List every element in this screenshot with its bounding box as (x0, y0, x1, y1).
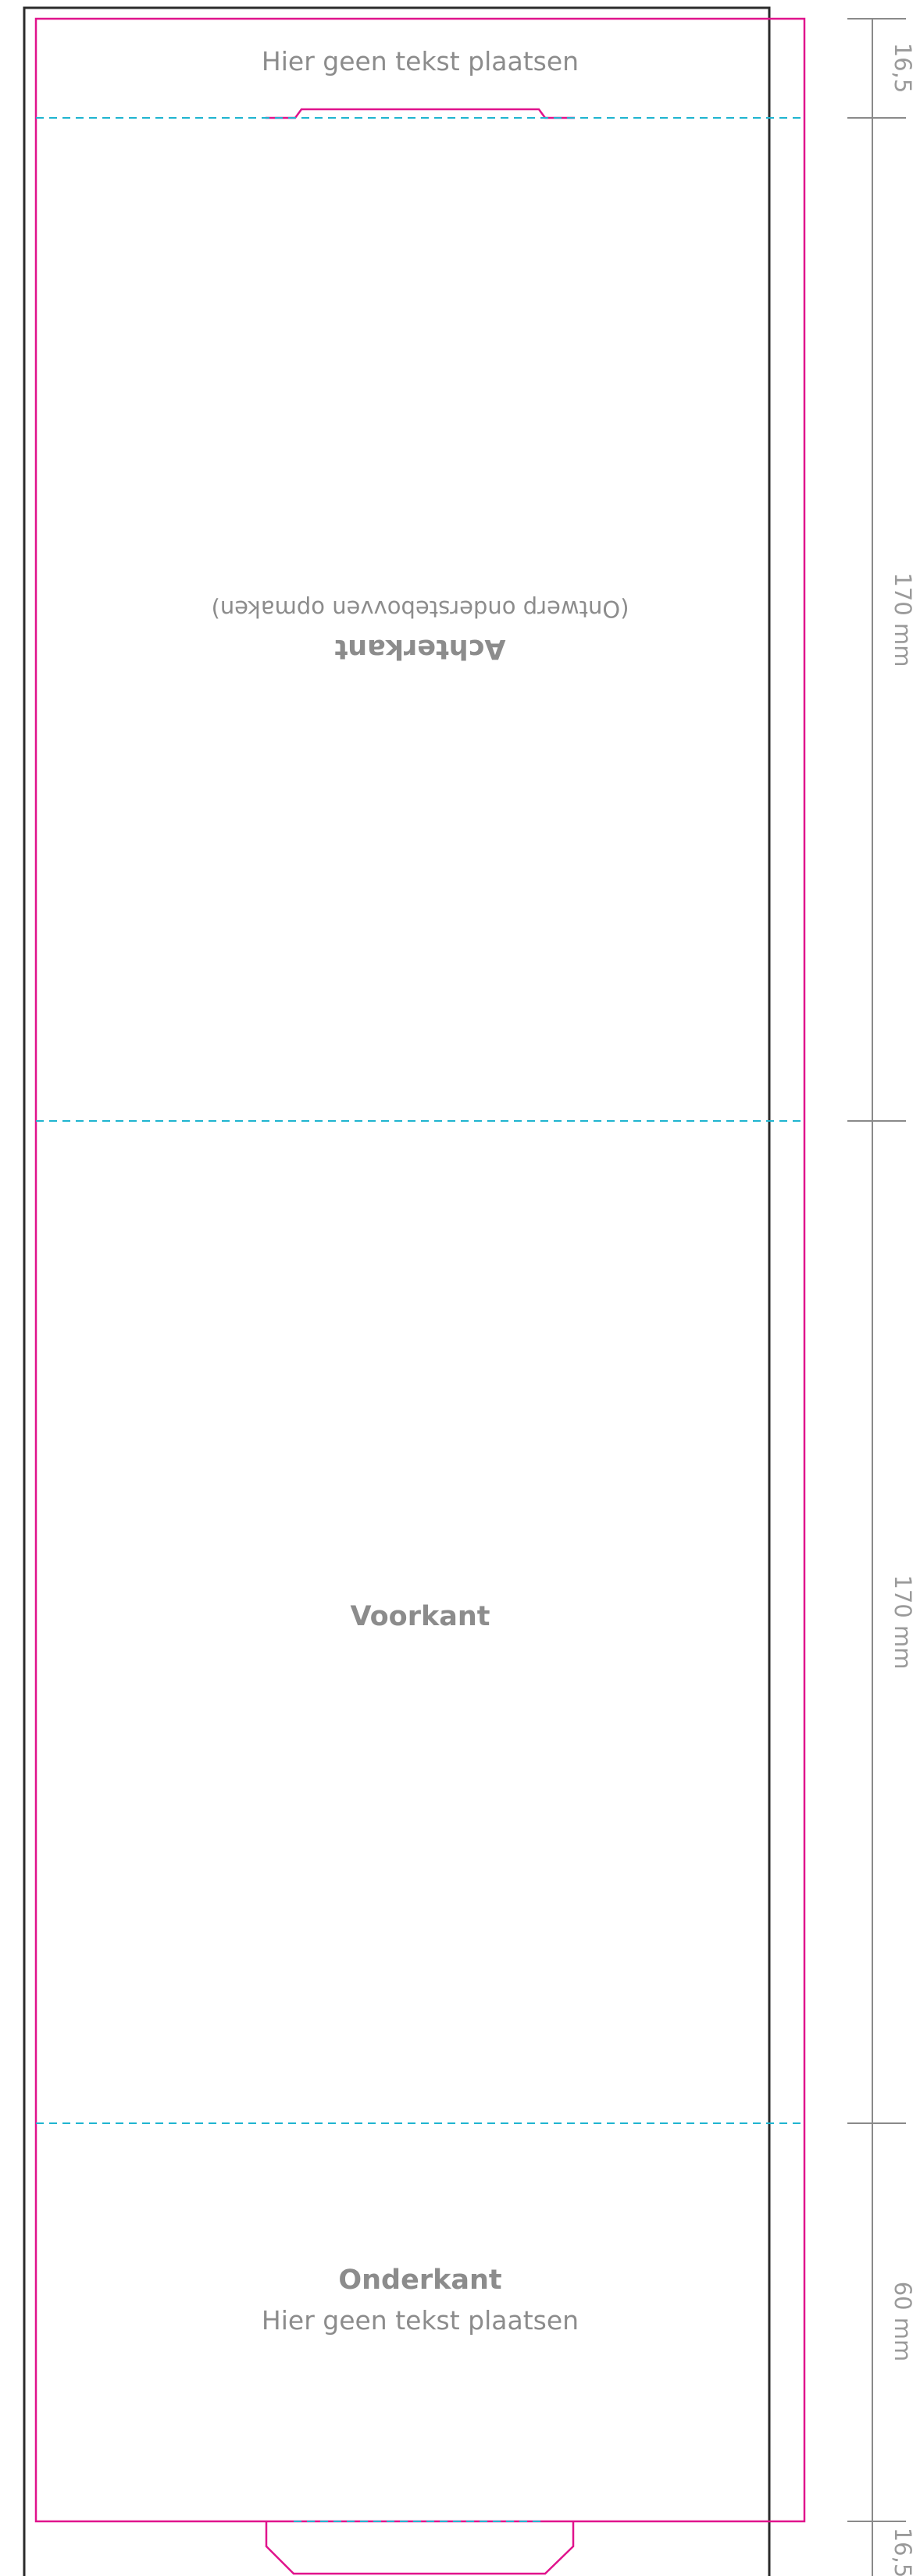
top-notch-cut (266, 108, 575, 119)
dimension-label-bottom-panel: 60 mm (890, 2282, 916, 2362)
dimension-label-front-panel: 170 mm (890, 1574, 916, 1669)
dimension-label-back-panel: 170 mm (890, 572, 916, 667)
front-panel-title: Voorkant (350, 1601, 490, 1632)
dimension-label-top-flap: 16,5 (890, 43, 916, 94)
sheet-border (23, 6, 771, 2576)
top-flap-note: Hier geen tekst plaatsen (262, 46, 579, 76)
bottom-panel-note: Hier geen tekst plaatsen (262, 2305, 579, 2336)
back-panel-note: (Ontwerp onderstebovven opmaken) (212, 596, 629, 622)
dimension-label-tuck-flap: 16,5 (890, 2528, 916, 2576)
bottom-tuck-flap-cut (265, 2521, 575, 2575)
back-panel-labels: Achterkant (Ontwerp onderstebovven opmak… (212, 596, 629, 664)
bottom-panel-title: Onderkant (338, 2265, 501, 2296)
packaging-dieline-template: 16,5 170 mm 170 mm 60 mm 16,5 Hier geen … (23, 6, 916, 2576)
dimension-ruler (847, 18, 906, 2576)
back-panel-title: Achterkant (334, 633, 505, 664)
cut-outline-body (34, 17, 806, 2523)
